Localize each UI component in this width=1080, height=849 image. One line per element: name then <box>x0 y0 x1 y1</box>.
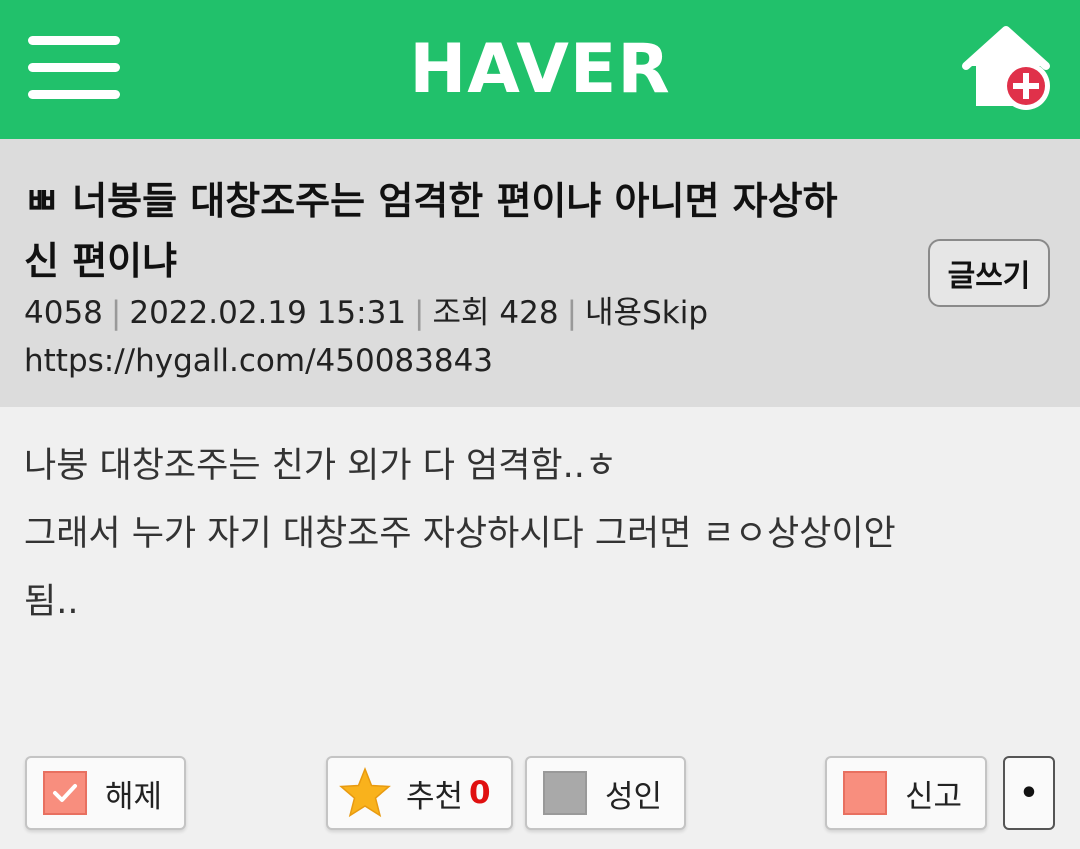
checkbox-unchecked-icon <box>843 771 887 815</box>
star-icon <box>339 766 391 818</box>
release-button[interactable]: 해제 <box>25 756 186 830</box>
post-meta: 4058 | 2022.02.19 15:31 | 조회 428 | 내용Skip <box>24 291 708 335</box>
recommend-label: 추천 <box>406 778 464 815</box>
recommend-button[interactable]: 추천 0 <box>326 756 513 830</box>
meta-separator: | <box>414 295 425 331</box>
view-count: 조회 428 <box>432 295 559 331</box>
more-options-button[interactable]: • <box>1003 756 1055 830</box>
post-header: ㅃ 너붕들 대창조주는 엄격한 편이냐 아니면 자상하 신 편이냐 글쓰기 40… <box>0 139 1080 407</box>
post-body-line: 됨.. <box>24 582 79 622</box>
adult-label: 성인 <box>605 778 663 815</box>
post-body-line: 나붕 대창조주는 친가 외가 다 엄격함..ㅎ <box>24 446 618 486</box>
recommend-count: 0 <box>469 775 491 811</box>
post-title-line1: ㅃ 너붕들 대창조주는 엄격한 편이냐 아니면 자상하 <box>24 179 838 223</box>
skip-content-link[interactable]: 내용Skip <box>585 295 708 331</box>
report-label: 신고 <box>905 778 963 815</box>
post-title-line2: 신 편이냐 <box>24 239 178 283</box>
checkbox-checked-icon <box>43 771 87 815</box>
report-button[interactable]: 신고 <box>825 756 987 830</box>
meta-separator: | <box>110 295 122 331</box>
adult-button[interactable]: 성인 <box>525 756 686 830</box>
home-plus-icon[interactable] <box>962 26 1054 112</box>
post-body-line: 그래서 누가 자기 대창조주 자상하시다 그러면 ㄹㅇ상상이안 <box>24 514 896 554</box>
release-label: 해제 <box>105 778 163 815</box>
checkbox-gray-icon <box>543 771 587 815</box>
post-url[interactable]: https://hygall.com/450083843 <box>24 339 493 383</box>
post-number: 4058 <box>24 295 103 331</box>
post-body: 나붕 대창조주는 친가 외가 다 엄격함..ㅎ 그래서 누가 자기 대창조주 자… <box>24 432 1034 636</box>
post-datetime: 2022.02.19 15:31 <box>129 295 407 331</box>
write-button[interactable]: 글쓰기 <box>928 239 1050 307</box>
top-bar: HAVER <box>0 0 1080 139</box>
site-logo[interactable]: HAVER <box>0 30 1080 110</box>
meta-separator: | <box>566 295 578 331</box>
post-title: ㅃ 너붕들 대창조주는 엄격한 편이냐 아니면 자상하 신 편이냐 <box>24 171 914 291</box>
